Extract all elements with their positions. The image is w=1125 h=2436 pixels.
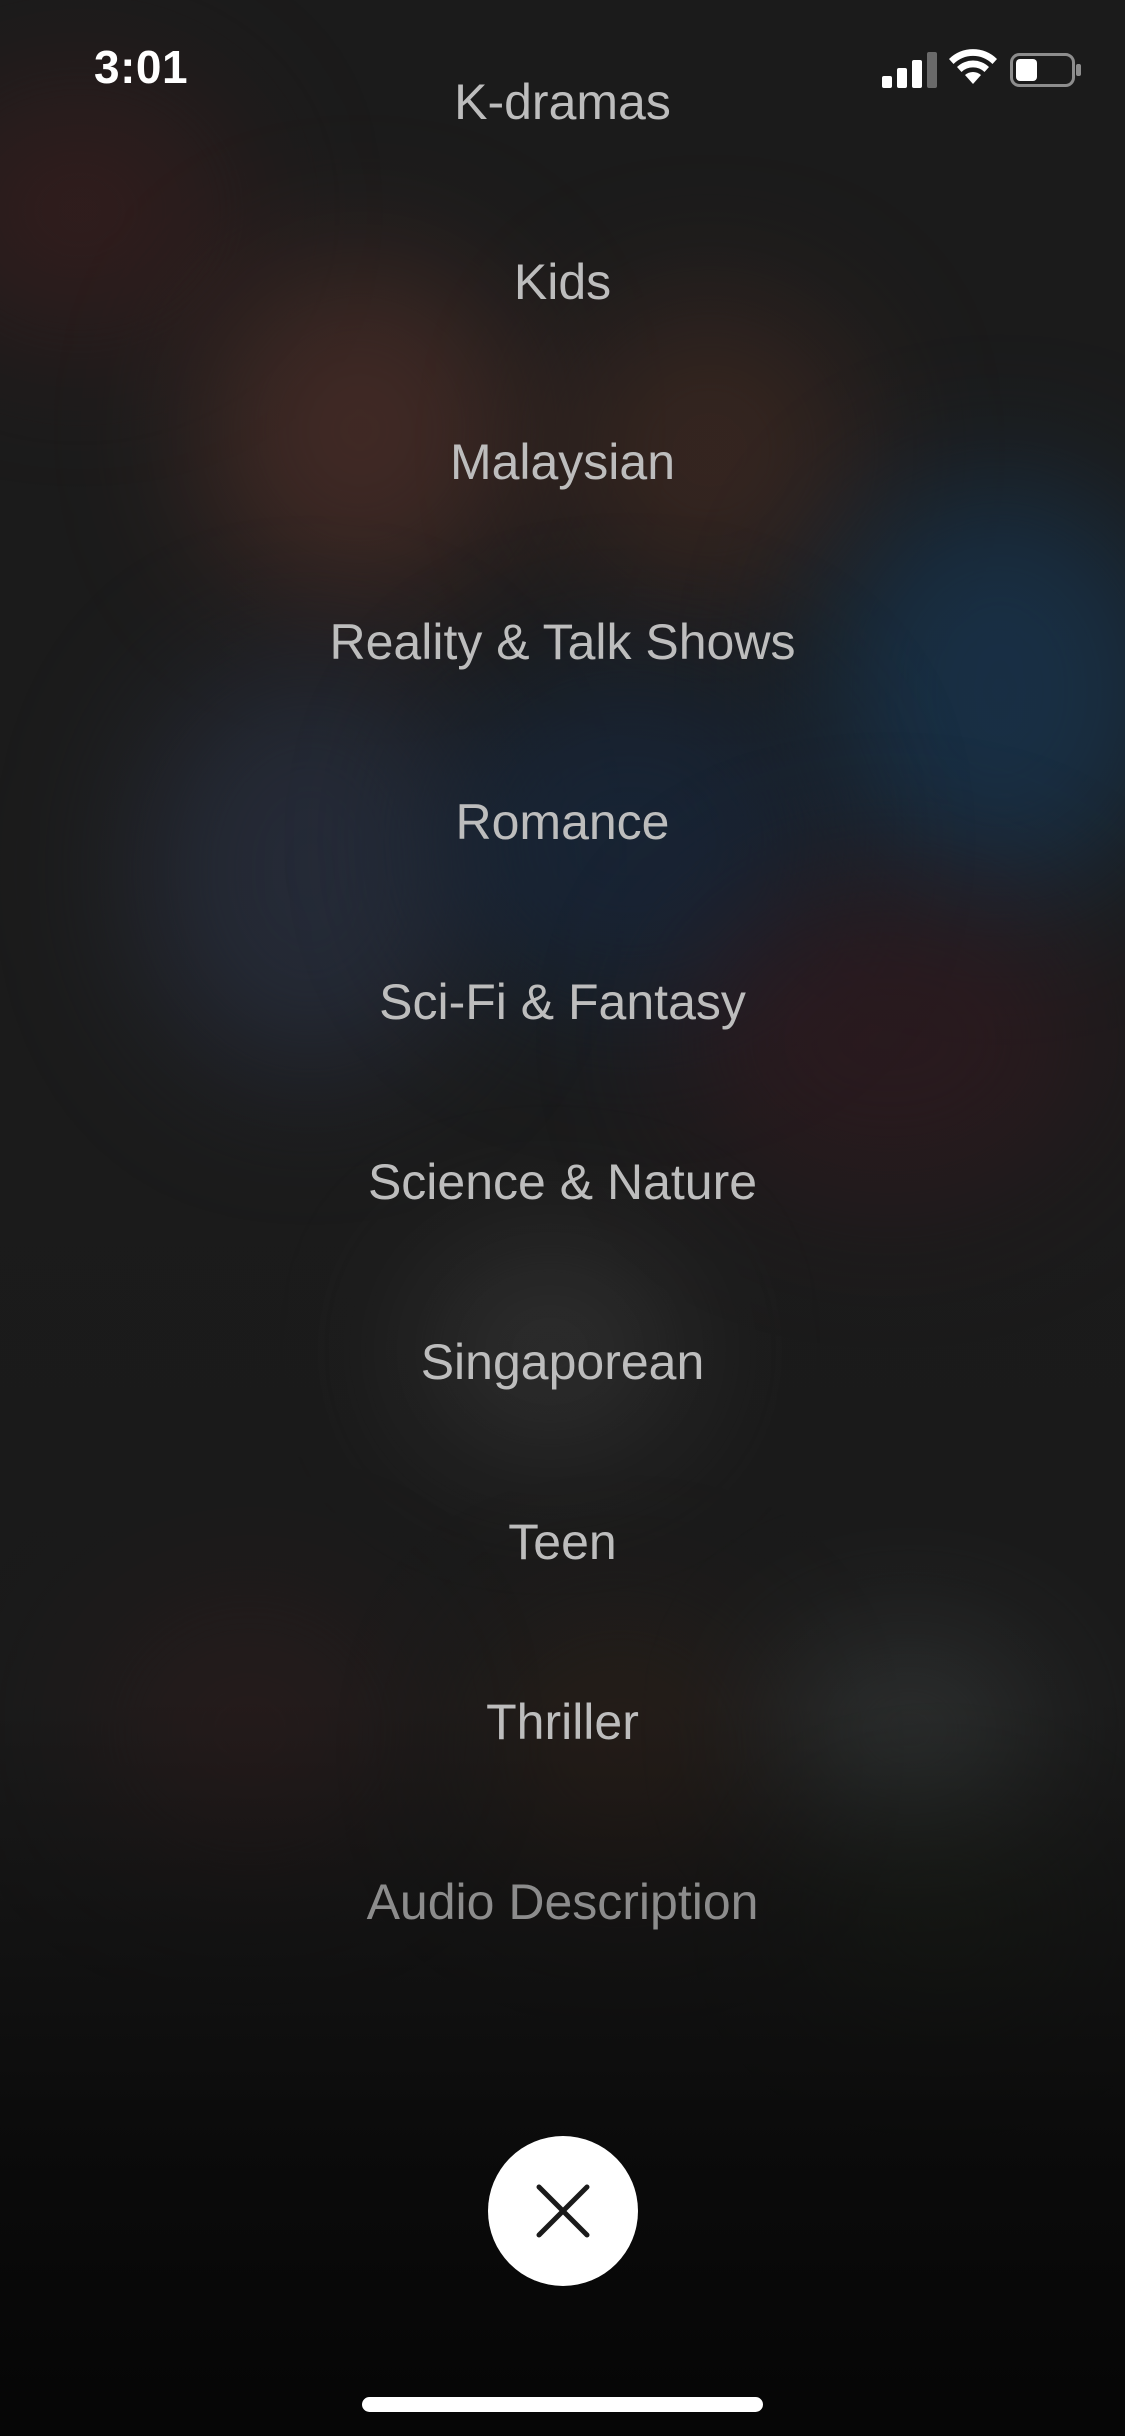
genre-item-sci-fi-fantasy[interactable]: Sci-Fi & Fantasy: [0, 972, 1125, 1032]
genre-item-thriller[interactable]: Thriller: [0, 1692, 1125, 1752]
genre-item-audio-description[interactable]: Audio Description: [0, 1872, 1125, 1932]
genre-item-singaporean[interactable]: Singaporean: [0, 1332, 1125, 1392]
genre-menu-screen: 3:01 K-dramas Kids Malaysian Reality & T…: [0, 0, 1125, 2436]
genre-item-malaysian[interactable]: Malaysian: [0, 432, 1125, 492]
genre-item-romance[interactable]: Romance: [0, 792, 1125, 852]
genre-item-kids[interactable]: Kids: [0, 252, 1125, 312]
close-icon: [536, 2184, 590, 2238]
genre-item-science-nature[interactable]: Science & Nature: [0, 1152, 1125, 1212]
genre-item-k-dramas[interactable]: K-dramas: [0, 72, 1125, 132]
home-indicator[interactable]: [362, 2397, 763, 2412]
genre-item-reality-talk-shows[interactable]: Reality & Talk Shows: [0, 612, 1125, 672]
genre-item-teen[interactable]: Teen: [0, 1512, 1125, 1572]
close-button[interactable]: [488, 2136, 638, 2286]
